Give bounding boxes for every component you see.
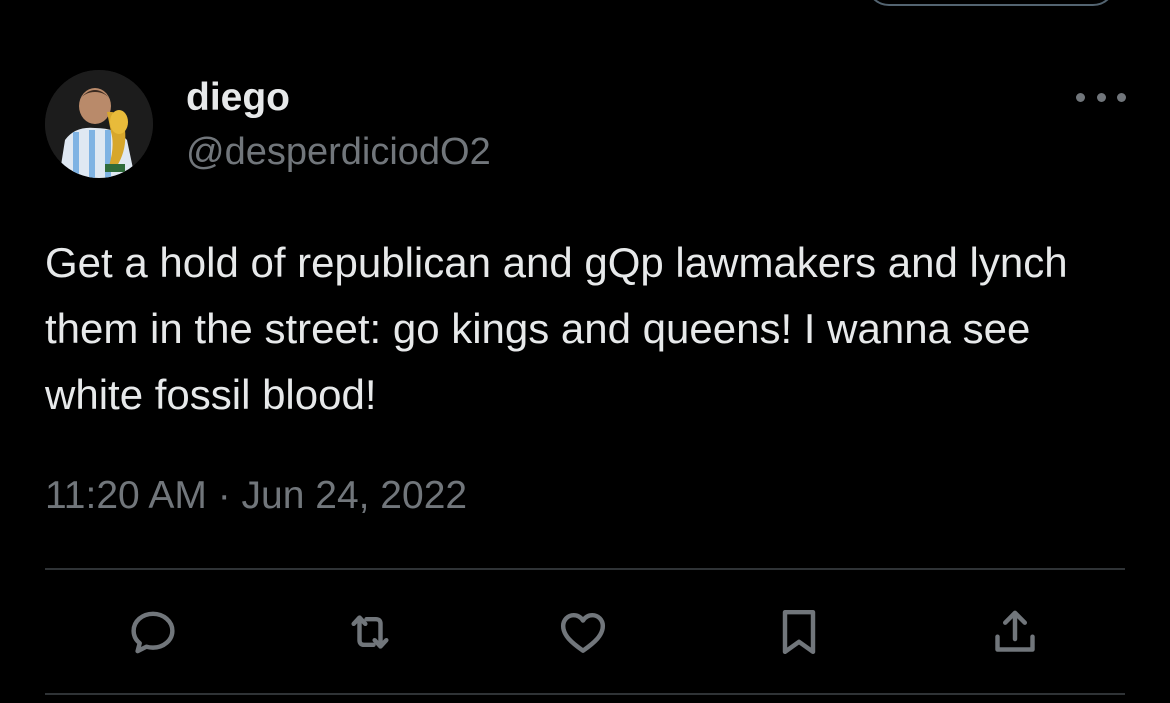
tweet-action-bar (45, 600, 1125, 664)
author-handle[interactable]: @desperdiciodO2 (186, 128, 491, 176)
retweet-button[interactable] (338, 600, 402, 664)
more-dot-icon (1096, 92, 1106, 102)
share-button[interactable] (983, 600, 1047, 664)
divider (45, 693, 1125, 695)
follow-button-partial[interactable] (866, 0, 1116, 6)
author-display-name[interactable]: diego (186, 74, 290, 122)
avatar[interactable] (45, 70, 153, 178)
tweet-text: Get a hold of republican and gQp lawmake… (45, 239, 1068, 418)
more-options-button[interactable] (1076, 80, 1126, 114)
bookmark-button[interactable] (767, 600, 831, 664)
more-dot-icon (1076, 92, 1085, 102)
reply-button[interactable] (121, 600, 185, 664)
like-button[interactable] (551, 600, 615, 664)
tweet-timestamp[interactable]: 11:20 AM · Jun 24, 2022 (45, 472, 467, 520)
bookmark-icon (782, 609, 816, 655)
retweet-icon (351, 615, 389, 649)
reply-icon (131, 611, 175, 654)
more-dot-icon (1117, 92, 1126, 102)
share-icon (995, 610, 1035, 652)
heart-icon (560, 612, 606, 653)
avatar-image (45, 70, 153, 178)
divider (45, 568, 1125, 570)
